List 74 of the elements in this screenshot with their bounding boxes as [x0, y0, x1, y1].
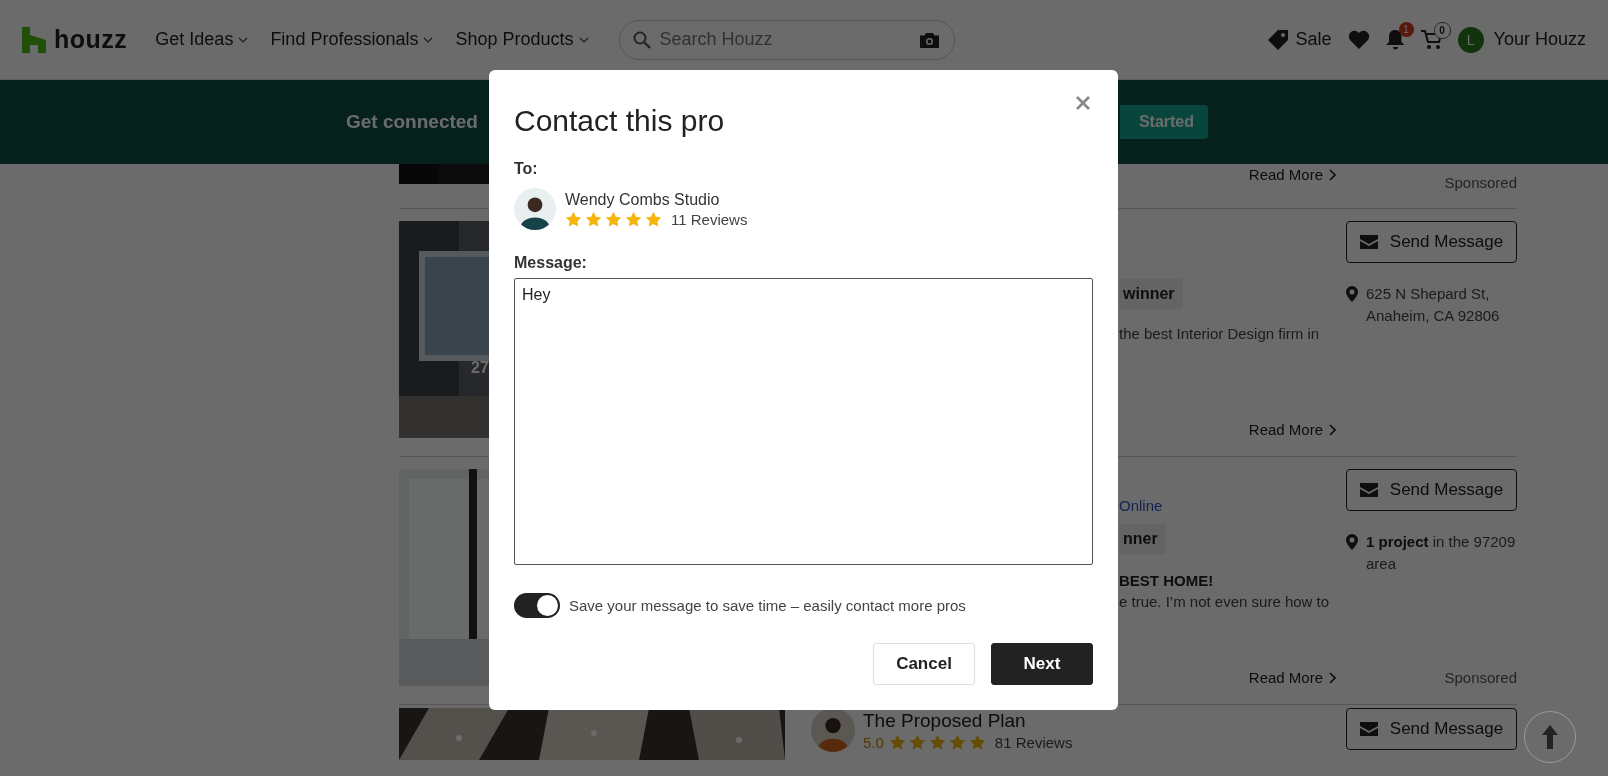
dialog-title: Contact this pro — [514, 104, 726, 138]
status-label: Online — [1119, 497, 1163, 514]
heart-icon[interactable] — [1347, 30, 1370, 49]
close-icon[interactable] — [1074, 94, 1092, 112]
sponsored-label: Sponsored — [1444, 174, 1517, 191]
nav-menu-item[interactable]: Get Ideas — [155, 29, 249, 50]
bell-icon[interactable] — [1385, 29, 1405, 50]
arrow-up-icon — [1542, 725, 1558, 749]
reviews-count: 81 Reviews — [994, 733, 1073, 751]
description-text: e true. I’m not even sure how to — [1119, 593, 1330, 610]
avatar — [514, 188, 556, 230]
next-button[interactable]: Next — [991, 643, 1093, 685]
star-icon — [645, 210, 662, 228]
sponsored-label: Sponsored — [1444, 669, 1517, 686]
award-badge: nner — [1119, 524, 1166, 554]
star-icon — [948, 733, 966, 751]
star-icon — [888, 733, 906, 751]
banner-text: Get connected — [346, 111, 478, 133]
nav-menu-item[interactable]: Shop Products — [455, 29, 589, 50]
sale-link[interactable]: Sale — [1295, 29, 1332, 50]
star-icon — [585, 210, 602, 228]
nav-menu-item[interactable]: Find Professionals — [270, 29, 434, 50]
send-message-button[interactable]: Send Message — [1346, 708, 1517, 750]
read-more-link[interactable]: Read More — [1248, 669, 1336, 686]
search-icon — [632, 30, 651, 49]
toggle-label: Save your message to save time – easily contact more pros — [569, 597, 966, 614]
chevron-down-icon — [238, 36, 249, 43]
chevron-right-icon — [1329, 168, 1336, 181]
read-more-link[interactable]: Read More — [1248, 421, 1336, 438]
chevron-down-icon — [423, 36, 434, 43]
tag-icon — [1267, 29, 1288, 50]
mail-icon — [1359, 235, 1378, 249]
to-label: To: — [514, 160, 539, 178]
location-pin-icon — [1346, 286, 1358, 302]
user-avatar[interactable]: L — [1457, 26, 1484, 53]
pro-name[interactable]: The Proposed Plan — [863, 709, 1073, 732]
send-message-button[interactable]: Send Message — [1346, 469, 1517, 511]
logo-icon — [22, 26, 46, 53]
send-message-button[interactable]: Send Message — [1346, 221, 1517, 263]
get-started-button[interactable]: Started — [1120, 105, 1208, 139]
star-icon — [968, 733, 986, 751]
recipient-name: Wendy Combs Studio — [565, 190, 721, 209]
camera-icon[interactable] — [919, 32, 939, 48]
star-icon — [625, 210, 642, 228]
rating-value: 5.0 — [863, 733, 884, 751]
location-text: 625 N Shepard St, Anaheim, CA 92806 — [1366, 284, 1501, 326]
cancel-button[interactable]: Cancel — [873, 643, 975, 685]
logo-text[interactable]: houzz — [54, 25, 128, 54]
star-icon — [605, 210, 622, 228]
chevron-down-icon — [578, 36, 589, 43]
description-text: the best Interior Design firm in — [1119, 325, 1320, 342]
read-more-link[interactable]: Read More — [1248, 166, 1336, 183]
notification-count: 1 — [1398, 21, 1414, 37]
location-text: 1 project in the 97209 area — [1366, 532, 1517, 574]
message-field[interactable]: Hey — [514, 278, 1093, 565]
chevron-right-icon — [1329, 671, 1336, 684]
chevron-right-icon — [1329, 423, 1336, 436]
account-link[interactable]: Your Houzz — [1493, 29, 1586, 50]
star-icon — [565, 210, 582, 228]
mail-icon — [1359, 722, 1378, 736]
cart-count: 0 — [1433, 21, 1451, 39]
avatar — [811, 708, 855, 752]
star-icon — [928, 733, 946, 751]
description-headline: BEST HOME! — [1119, 572, 1214, 589]
photo-count: 27 — [471, 359, 489, 377]
message-label: Message: — [514, 254, 588, 272]
save-message-toggle[interactable] — [514, 593, 560, 618]
star-icon — [908, 733, 926, 751]
search-field[interactable]: Search Houzz — [618, 19, 955, 60]
scroll-to-top-button[interactable] — [1524, 711, 1576, 763]
location-pin-icon — [1346, 534, 1358, 550]
award-badge: winner — [1119, 279, 1183, 309]
reviews-count: 11 Reviews — [671, 210, 748, 228]
mail-icon — [1359, 483, 1378, 497]
